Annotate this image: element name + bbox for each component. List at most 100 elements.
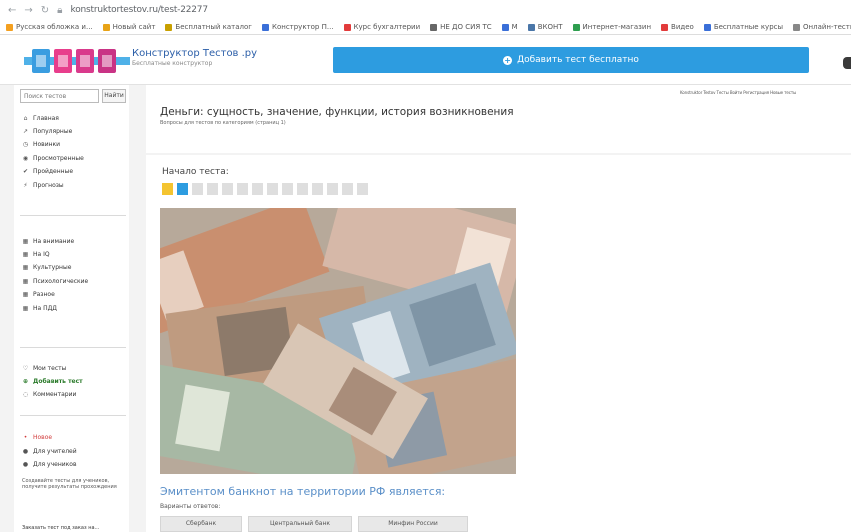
bolt-icon: ⚡ [23, 181, 28, 189]
question-step-13[interactable] [342, 183, 353, 195]
back-icon[interactable]: ← [8, 5, 16, 16]
question-step-4[interactable] [207, 183, 218, 195]
sidebar-item-label: Мои тесты [33, 364, 67, 372]
sidebar: Найти ⌂ Главная ↗ Популярные ◷ Новинки ◉ Просмо… [14, 85, 129, 532]
bookmark-favicon-icon [501, 23, 509, 31]
bookmark-favicon-icon [165, 23, 173, 31]
sidebar-user-item[interactable]: ♡ Мои тесты [22, 362, 67, 374]
question-step-12[interactable] [327, 183, 338, 195]
question-step-11[interactable] [312, 183, 323, 195]
sidebar-menu-item[interactable]: ◷ Новинки [22, 139, 60, 151]
reload-icon[interactable]: ↻ [41, 5, 49, 16]
comment-icon: ◌ [22, 391, 29, 399]
answer-option[interactable]: Минфин России [358, 516, 468, 532]
bookmark[interactable]: М [501, 23, 518, 31]
grid-icon: ▦ [22, 291, 29, 299]
bookmark-label: Русская обложка и... [16, 23, 93, 31]
answer-option[interactable]: Сбербанк [160, 516, 242, 532]
logo-subtitle: Бесплатные конструктор [132, 60, 213, 67]
bookmarks-bar: Русская обложка и... Новый сайт Бесплатный… [0, 20, 851, 35]
sidebar-user-item[interactable]: ⊕ Добавить тест [22, 375, 83, 387]
bookmark-favicon-icon [343, 23, 351, 31]
question-step-14[interactable] [357, 183, 368, 195]
sidebar-item-label: Комментарии [33, 391, 77, 399]
add-test-button[interactable]: + Добавить тест бесплатно [333, 47, 809, 73]
sidebar-item-label: Популярные [33, 127, 73, 135]
page-subtitle[interactable]: Вопросы для тестов по категориям (страни… [160, 120, 286, 126]
sidebar-item-label: Добавить тест [33, 377, 83, 385]
question-text: Эмитентом банкнот на территории РФ являе… [160, 485, 446, 498]
grid-icon: ▦ [22, 277, 29, 285]
bookmark-favicon-icon [527, 23, 535, 31]
sidebar-user-item[interactable]: ◌ Комментарии [22, 389, 77, 401]
sidebar-menu-item[interactable]: ⚡ Прогнозы [22, 179, 64, 191]
sidebar-footer-link[interactable]: Заказать тест под заказ на... [22, 525, 132, 531]
sidebar-menu-item[interactable]: ⌂ Главная [22, 112, 59, 124]
question-step-6[interactable] [237, 183, 248, 195]
user-menu-icon[interactable] [843, 57, 851, 69]
bookmark-favicon-icon [6, 23, 13, 31]
bookmark[interactable]: Русская обложка и... [6, 23, 93, 31]
browser-address-bar: ← → ↻ 🔒︎ konstruktortestov.ru/test-22277 [0, 0, 851, 20]
bookmark-label: ВКОНТ [537, 23, 563, 31]
sidebar-item-label: Разное [33, 291, 55, 299]
search-button[interactable]: Найти [102, 89, 126, 103]
grid-icon: ▦ [22, 264, 29, 272]
sidebar-category-item[interactable]: ▦ На ПДД [22, 302, 57, 314]
logo-icon[interactable] [24, 47, 130, 75]
new-badge-icon: • [23, 433, 28, 441]
bookmark[interactable]: Новый сайт [102, 23, 155, 31]
sidebar-note: Создавайте тесты для учеников, получите … [22, 478, 117, 490]
chat-icon: ● [22, 447, 29, 455]
sidebar-item-label: Главная [33, 114, 59, 122]
bookmark-favicon-icon [661, 23, 669, 31]
bookmark[interactable]: НЕ ДО СИЯ ТС [430, 23, 492, 31]
sidebar-menu-item[interactable]: ↗ Популярные [22, 125, 72, 137]
sidebar-item-label: Новинки [33, 141, 61, 149]
sidebar-menu-item[interactable]: ◉ Просмотренные [22, 152, 84, 164]
bookmark-label: Видео [671, 23, 694, 31]
bookmark-favicon-icon [261, 23, 269, 31]
sidebar-item-label: Прогнозы [33, 181, 64, 189]
sidebar-extra-item[interactable]: ● Для учителей [22, 445, 77, 457]
search-input[interactable] [20, 89, 99, 103]
bookmark[interactable]: Курс бухгалтерии [343, 23, 420, 31]
sidebar-category-item[interactable]: ▦ На внимание [22, 235, 75, 247]
bookmark[interactable]: Онлайн-тесты [793, 23, 851, 31]
top-links[interactable]: Konstruktor Testov Тесты Войти Регистрац… [680, 90, 796, 95]
bookmark[interactable]: Бесплатный каталог [165, 23, 252, 31]
sidebar-extra-item[interactable]: ● Для учеников [22, 458, 77, 470]
bookmark-favicon-icon [703, 23, 711, 31]
add-test-button-label: Добавить тест бесплатно [517, 55, 639, 65]
question-step-5[interactable] [222, 183, 233, 195]
grid-icon: ▦ [22, 237, 29, 245]
bookmark[interactable]: Бесплатные курсы [703, 23, 783, 31]
logo-title[interactable]: Конструктор Тестов .ру [132, 48, 257, 59]
bookmark[interactable]: Конструктор П... [261, 23, 334, 31]
bookmark[interactable]: Видео [661, 23, 694, 31]
heart-icon: ♡ [22, 364, 29, 372]
bookmark-label: М [511, 23, 518, 31]
grid-icon: ▦ [22, 304, 29, 312]
sidebar-category-item[interactable]: ▦ На IQ [22, 248, 50, 260]
question-step-8[interactable] [267, 183, 278, 195]
question-step-3[interactable] [192, 183, 203, 195]
question-step-10[interactable] [297, 183, 308, 195]
question-step-7[interactable] [252, 183, 263, 195]
sidebar-category-item[interactable]: ▦ Разное [22, 289, 55, 301]
sidebar-item-label: На внимание [33, 237, 75, 245]
sidebar-menu-item[interactable]: ✔ Пройденные [22, 166, 73, 178]
forward-icon[interactable]: → [24, 5, 32, 16]
answer-hint: Варианты ответов: [160, 503, 221, 510]
answer-option[interactable]: Центральный банк [248, 516, 352, 532]
question-step-1[interactable] [162, 183, 173, 195]
url-field[interactable]: konstruktortestov.ru/test-22277 [71, 5, 209, 15]
bookmark[interactable]: Интернет-магазин [572, 23, 651, 31]
question-step-9[interactable] [282, 183, 293, 195]
banknotes-image [160, 208, 516, 474]
sidebar-category-item[interactable]: ▦ Культурные [22, 262, 72, 274]
sidebar-category-item[interactable]: ▦ Психологические [22, 275, 89, 287]
bookmark[interactable]: ВКОНТ [527, 23, 563, 31]
sidebar-new-label[interactable]: • Новое [22, 431, 52, 443]
question-step-2[interactable] [177, 183, 188, 195]
